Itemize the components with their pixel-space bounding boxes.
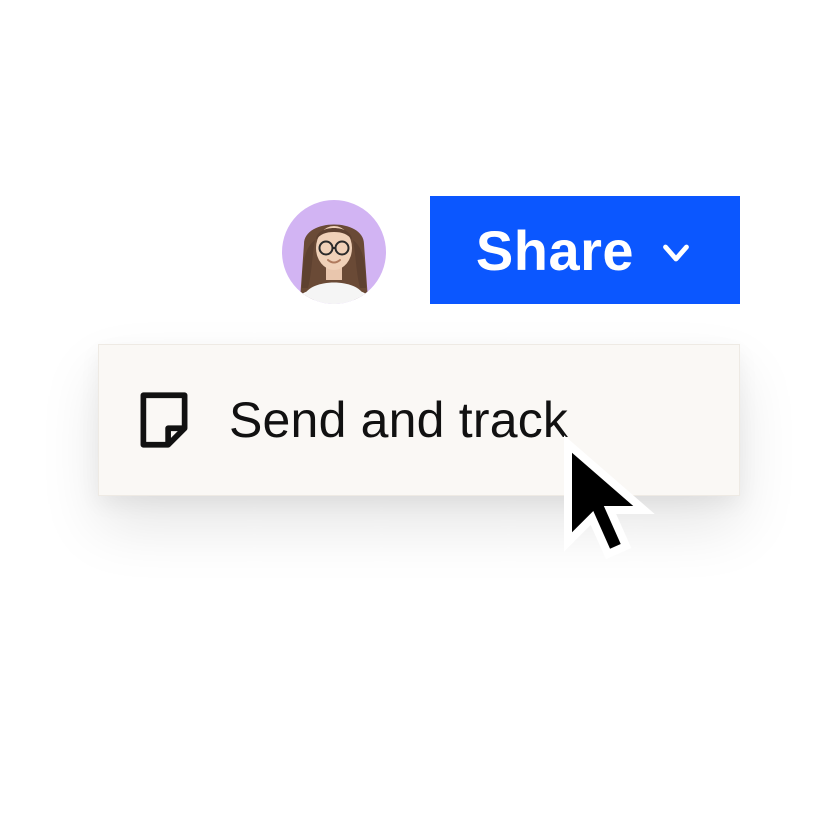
menu-item-label: Send and track [229, 391, 568, 449]
chevron-down-icon [658, 235, 694, 271]
share-button[interactable]: Share [430, 196, 740, 304]
avatar-image [282, 200, 386, 304]
share-menu-item-send-and-track[interactable]: Send and track [98, 344, 740, 496]
avatar[interactable] [282, 200, 386, 304]
note-fold-icon [99, 387, 229, 453]
share-button-label: Share [476, 218, 634, 283]
